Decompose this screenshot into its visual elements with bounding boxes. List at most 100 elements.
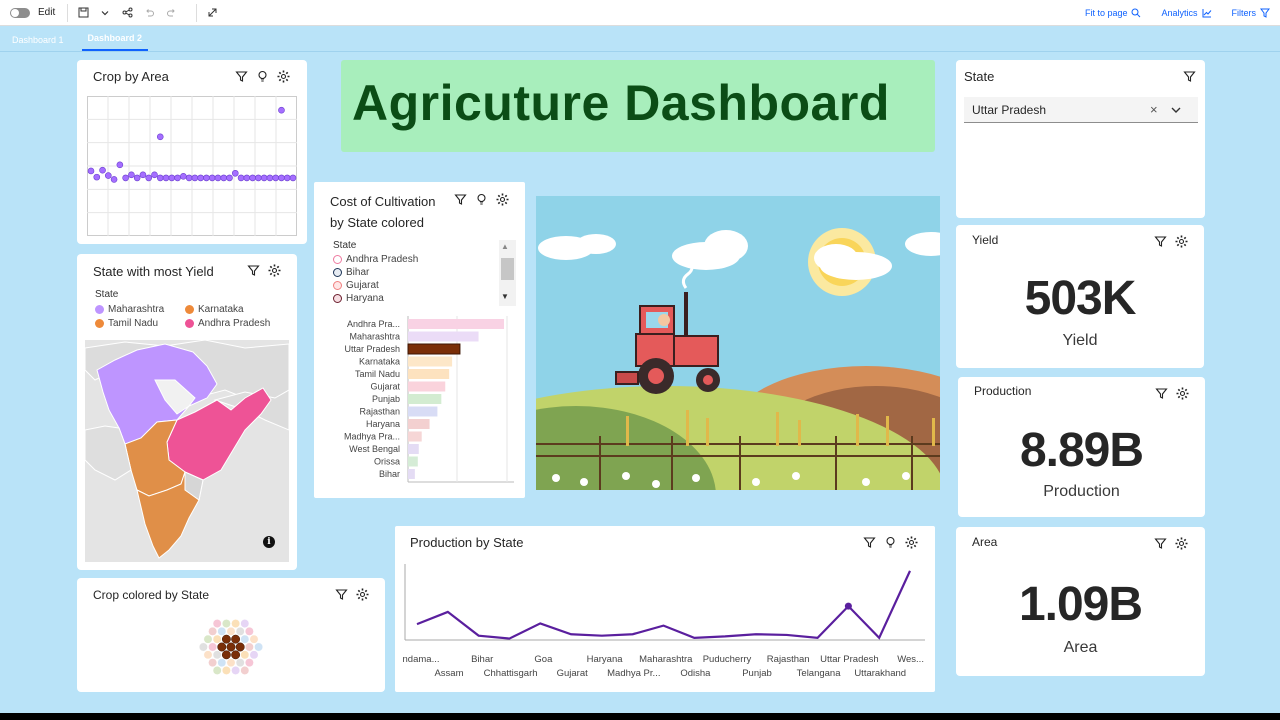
legend-swatch	[333, 268, 342, 277]
legend-item[interactable]: Tamil Nadu	[95, 318, 185, 329]
legend-swatch	[185, 305, 194, 314]
settings-icon[interactable]	[496, 193, 509, 206]
crop-bubble	[226, 642, 236, 652]
settings-icon[interactable]	[1175, 537, 1188, 550]
lightbulb-icon[interactable]	[475, 193, 488, 206]
filter-icon[interactable]	[235, 70, 248, 83]
settings-icon[interactable]	[1176, 387, 1189, 400]
legend-label: Andhra Pradesh	[198, 318, 271, 329]
filter-icon[interactable]	[1155, 387, 1168, 400]
cost-bar	[408, 331, 479, 342]
scroll-down-icon[interactable]: ▼	[501, 292, 509, 301]
scrollbar-thumb[interactable]	[501, 258, 514, 280]
scatter-point	[226, 174, 233, 182]
x-tick-label: ndama...	[403, 654, 440, 665]
card-title: Cost of Cultivation by State colored	[330, 191, 436, 233]
x-tick-label: Gujarat	[557, 668, 589, 679]
card-actions	[335, 588, 369, 601]
analytics-button[interactable]: Analytics	[1161, 8, 1211, 18]
scroll-up-icon[interactable]: ▲	[501, 242, 509, 251]
card-title: Yield	[972, 233, 999, 247]
crop-bubble	[240, 650, 250, 660]
settings-icon[interactable]	[1175, 235, 1188, 248]
scatter-point	[168, 174, 176, 182]
settings-icon[interactable]	[356, 588, 369, 601]
kpi-label: Production	[1043, 483, 1120, 500]
legend-item[interactable]: Haryana	[333, 293, 418, 304]
filters-button[interactable]: Filters	[1232, 8, 1270, 18]
crop-bubble	[231, 666, 241, 675]
info-icon[interactable]: i	[263, 536, 275, 548]
legend-label: Andhra Pradesh	[346, 254, 419, 265]
filter-icon[interactable]	[335, 588, 348, 601]
crop-bubble	[221, 619, 231, 628]
tab-dashboard-2[interactable]: Dashboard 2	[81, 33, 149, 51]
scatter-point	[139, 171, 147, 179]
filter-icon[interactable]	[1154, 537, 1167, 550]
card-title-line: Cost of Cultivation	[330, 194, 436, 209]
filter-icon[interactable]	[247, 264, 260, 277]
fit-to-page-button[interactable]: Fit to page	[1085, 8, 1142, 18]
cost-bar	[408, 406, 438, 417]
tab-dashboard-1[interactable]: Dashboard 1	[6, 35, 70, 51]
crop-bubble	[221, 634, 231, 644]
cost-bar	[408, 431, 422, 442]
collapse-icon[interactable]	[203, 4, 221, 22]
state-select[interactable]: Uttar Pradesh ×	[964, 97, 1198, 123]
india-map[interactable]	[85, 340, 289, 562]
yield-kpi-card: Yield 503K Yield	[956, 225, 1204, 368]
settings-icon[interactable]	[905, 536, 918, 549]
card-actions	[1155, 387, 1189, 400]
legend-item[interactable]: Andhra Pradesh	[185, 318, 285, 329]
filter-icon[interactable]	[1154, 235, 1167, 248]
scatter-point	[237, 174, 245, 182]
lightbulb-icon[interactable]	[884, 536, 897, 549]
legend-item[interactable]: Karnataka	[185, 304, 285, 315]
chevron-down-icon[interactable]	[96, 4, 114, 22]
crop-bubble	[240, 634, 250, 644]
bottom-bar	[0, 713, 1280, 720]
share-icon[interactable]	[118, 4, 136, 22]
filter-icon[interactable]	[863, 536, 876, 549]
card-actions	[1154, 235, 1188, 248]
crop-bubble-pack[interactable]	[193, 614, 269, 680]
card-actions	[454, 193, 509, 206]
save-icon[interactable]	[74, 4, 92, 22]
settings-icon[interactable]	[277, 70, 290, 83]
legend-item[interactable]: Gujarat	[333, 280, 418, 291]
legend-item[interactable]: Maharashtra	[95, 304, 185, 315]
card-actions	[247, 264, 281, 277]
x-tick-label: Wes...	[897, 654, 924, 665]
legend-item[interactable]: Bihar	[333, 267, 418, 278]
scatter-point	[185, 174, 193, 182]
scatter-point	[174, 174, 181, 182]
scatter-point	[180, 173, 187, 180]
scatter-point	[208, 174, 216, 182]
filter-icon[interactable]	[1183, 70, 1196, 83]
settings-icon[interactable]	[268, 264, 281, 277]
crop-bubble	[217, 658, 227, 668]
undo-icon[interactable]	[140, 4, 158, 22]
legend-label: Karnataka	[198, 304, 244, 315]
crop-bubble	[226, 658, 236, 668]
legend-item[interactable]: Andhra Pradesh	[333, 254, 418, 265]
filter-icon[interactable]	[454, 193, 467, 206]
scatter-point	[93, 173, 101, 181]
legend-title: State	[95, 289, 119, 300]
legend-scrollbar[interactable]: ▲ ▼	[499, 240, 516, 306]
crop-bubble	[235, 658, 245, 668]
legend-label: Haryana	[346, 293, 384, 304]
cost-bar	[408, 419, 430, 429]
crop-bubble	[231, 619, 241, 628]
crop-bubble	[212, 666, 222, 675]
fit-to-page-label: Fit to page	[1084, 8, 1128, 18]
edit-toggle[interactable]	[10, 7, 30, 18]
state-filter-card: State Uttar Pradesh ×	[956, 60, 1205, 218]
clear-icon[interactable]: ×	[1150, 102, 1158, 117]
redo-icon[interactable]	[162, 4, 180, 22]
bar-label: Tamil Nadu	[355, 369, 400, 379]
scatter-point	[116, 161, 124, 169]
lightbulb-icon[interactable]	[256, 70, 269, 83]
chevron-down-icon[interactable]	[1171, 106, 1181, 114]
headline-banner: Agricuture Dashboard	[341, 60, 935, 152]
